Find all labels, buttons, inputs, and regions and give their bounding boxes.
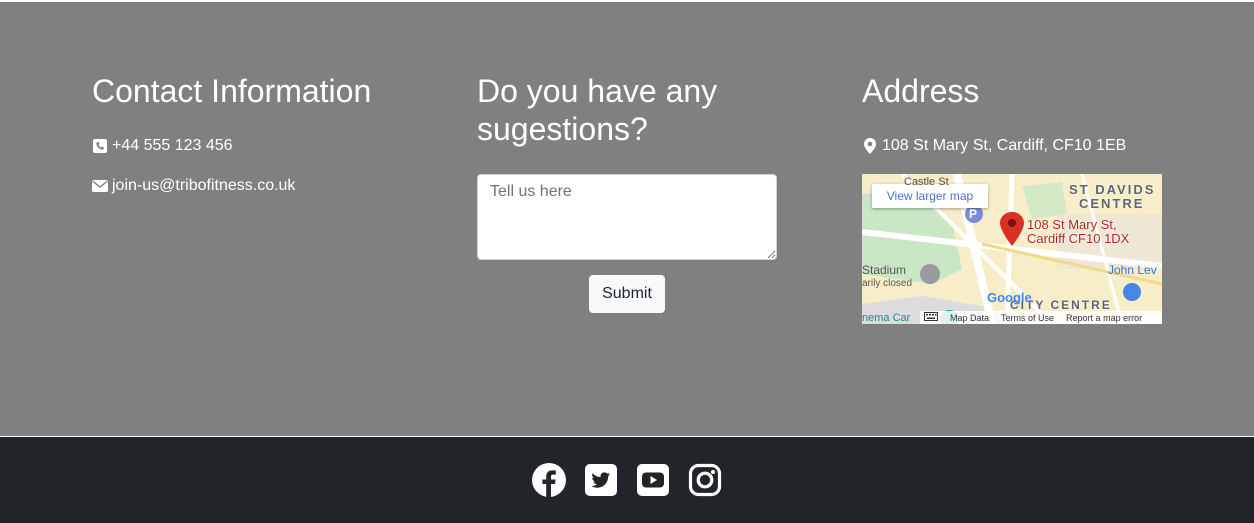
map-store-label: John Lev <box>1108 263 1157 277</box>
map-marker-icon <box>862 138 878 154</box>
phone-number: +44 555 123 456 <box>112 137 233 154</box>
report-map-error-link[interactable]: Report a map error <box>1066 313 1142 323</box>
map-attribution-bar: Map Data Terms of Use Report a map error <box>920 311 1162 324</box>
map-stadium-line2: arily closed <box>862 278 913 289</box>
submit-wrap: Submit <box>477 275 777 313</box>
suggestions-heading-line1: Do you have any <box>477 73 718 109</box>
embedded-map[interactable]: View larger map Castle St P 108 St Mary … <box>862 174 1162 324</box>
contact-column: Contact Information +44 555 123 456 join… <box>92 72 432 196</box>
map-pin-label: 108 St Mary St, Cardiff CF10 1DX <box>1027 218 1129 246</box>
suggestions-heading-line2: sugestions? <box>477 111 648 147</box>
submit-button[interactable]: Submit <box>589 275 665 313</box>
map-district-line2: CENTRE <box>1079 196 1145 211</box>
social-footer <box>0 437 1254 523</box>
map-district-line1: ST DAVIDS <box>1069 182 1156 197</box>
facebook-icon[interactable] <box>532 463 566 497</box>
suggestions-column: Do you have any sugestions? Submit <box>477 72 777 313</box>
address-text: 108 St Mary St, Cardiff, CF10 1EB <box>882 137 1127 154</box>
map-street-label: Castle St <box>904 176 949 188</box>
contact-section: Contact Information +44 555 123 456 join… <box>0 2 1254 436</box>
terms-of-use-link[interactable]: Terms of Use <box>1001 313 1054 323</box>
address-line: 108 St Mary St, Cardiff, CF10 1EB <box>862 136 1192 156</box>
map-data-link[interactable]: Map Data <box>950 313 989 323</box>
google-logo: Google <box>987 290 1032 305</box>
twitter-icon[interactable] <box>584 463 618 497</box>
email-address: join-us@tribofitness.co.uk <box>112 177 296 194</box>
address-column: Address 108 St Mary St, Cardiff, CF10 1E… <box>862 72 1192 324</box>
parking-icon: P <box>969 207 978 221</box>
map-stadium-line1: Stadium <box>862 263 907 277</box>
email-line: join-us@tribofitness.co.uk <box>92 176 432 196</box>
keyboard-icon[interactable] <box>924 312 938 323</box>
map-district-label: ST DAVIDS CENTRE <box>1069 183 1155 211</box>
phone-line: +44 555 123 456 <box>92 136 432 156</box>
youtube-icon[interactable] <box>636 463 670 497</box>
map-pin-label-line1: 108 St Mary St, <box>1027 217 1117 232</box>
suggestion-textarea[interactable] <box>477 174 777 260</box>
map-stadium-label: Stadium arily closed <box>862 264 912 290</box>
map-pin-label-line2: Cardiff CF10 1DX <box>1027 231 1130 246</box>
phone-square-icon <box>92 138 108 154</box>
suggestions-heading: Do you have any sugestions? <box>477 72 777 148</box>
instagram-icon[interactable] <box>688 463 722 497</box>
envelope-icon <box>92 178 108 194</box>
map-cinema-label: nema Car <box>862 312 911 324</box>
contact-heading: Contact Information <box>92 73 372 109</box>
address-heading: Address <box>862 73 980 109</box>
